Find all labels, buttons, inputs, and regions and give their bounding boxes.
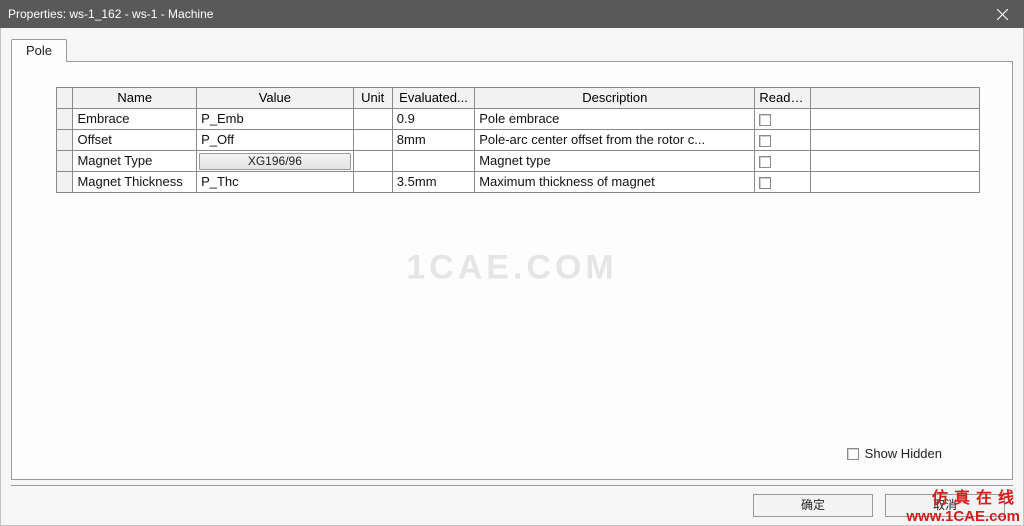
cell-unit[interactable] (353, 130, 392, 151)
col-unit[interactable]: Unit (353, 88, 392, 109)
cell-evaluated[interactable]: 0.9 (392, 109, 474, 130)
cell-evaluated[interactable]: 3.5mm (392, 172, 474, 193)
cell-value[interactable]: P_Emb (197, 109, 354, 130)
checkbox-icon (847, 448, 859, 460)
properties-grid: Name Value Unit Evaluated... Description… (56, 87, 980, 193)
tab-pole[interactable]: Pole (11, 39, 67, 62)
checkbox-icon (759, 114, 771, 126)
table-row: Magnet ThicknessP_Thc 3.5mmMaximum thickn… (57, 172, 980, 193)
checkbox-icon (759, 135, 771, 147)
ok-button[interactable]: 确定 (753, 494, 873, 517)
cell-description[interactable]: Pole-arc center offset from the rotor c.… (475, 130, 755, 151)
cell-unit[interactable] (353, 172, 392, 193)
cell-readonly[interactable] (755, 172, 811, 193)
cell-extra (811, 109, 980, 130)
cell-unit[interactable] (353, 109, 392, 130)
tab-divider (11, 61, 1013, 62)
row-handle[interactable] (57, 172, 73, 193)
show-hidden-label: Show Hidden (865, 446, 942, 461)
cell-name[interactable]: Magnet Type (73, 151, 197, 172)
show-hidden-checkbox[interactable]: Show Hidden (847, 446, 942, 461)
cell-extra (811, 172, 980, 193)
cell-value[interactable]: XG196/96 (197, 151, 354, 172)
cell-value[interactable]: P_Off (197, 130, 354, 151)
cell-readonly[interactable] (755, 130, 811, 151)
col-evaluated[interactable]: Evaluated... (392, 88, 474, 109)
row-handle[interactable] (57, 130, 73, 151)
col-extra[interactable] (811, 88, 980, 109)
col-rowhandle[interactable] (57, 88, 73, 109)
cell-evaluated[interactable] (392, 151, 474, 172)
title-bar: Properties: ws-1_162 - ws-1 - Machine (0, 0, 1024, 28)
cell-unit[interactable] (353, 151, 392, 172)
col-name[interactable]: Name (73, 88, 197, 109)
checkbox-icon (759, 156, 771, 168)
grid-header-row: Name Value Unit Evaluated... Description… (57, 88, 980, 109)
tab-strip: Pole (11, 38, 67, 61)
cell-description[interactable]: Magnet type (475, 151, 755, 172)
cell-extra (811, 130, 980, 151)
table-row: Magnet TypeXG196/96 Magnet type (57, 151, 980, 172)
col-value[interactable]: Value (197, 88, 354, 109)
cell-evaluated[interactable]: 8mm (392, 130, 474, 151)
cell-name[interactable]: Embrace (73, 109, 197, 130)
cell-value[interactable]: P_Thc (197, 172, 354, 193)
row-handle[interactable] (57, 109, 73, 130)
table-row: EmbraceP_Emb 0.9Pole embrace (57, 109, 980, 130)
cell-name[interactable]: Magnet Thickness (73, 172, 197, 193)
cell-readonly[interactable] (755, 109, 811, 130)
cancel-button[interactable]: 取消 (885, 494, 1005, 517)
col-readonly[interactable]: Read-o... (755, 88, 811, 109)
row-handle[interactable] (57, 151, 73, 172)
cell-description[interactable]: Pole embrace (475, 109, 755, 130)
table-row: OffsetP_Off 8mmPole-arc center offset fro… (57, 130, 980, 151)
window-title: Properties: ws-1_162 - ws-1 - Machine (8, 7, 980, 21)
col-description[interactable]: Description (475, 88, 755, 109)
checkbox-icon (759, 177, 771, 189)
cell-readonly[interactable] (755, 151, 811, 172)
dialog-body: Pole Name Value Unit Evaluated... Descri… (0, 28, 1024, 526)
cell-extra (811, 151, 980, 172)
value-picker-button[interactable]: XG196/96 (199, 153, 351, 170)
close-icon (997, 9, 1008, 20)
tab-page: Name Value Unit Evaluated... Description… (11, 61, 1013, 480)
cell-name[interactable]: Offset (73, 130, 197, 151)
cell-description[interactable]: Maximum thickness of magnet (475, 172, 755, 193)
dialog-footer: 确定 取消 (11, 485, 1013, 525)
close-button[interactable] (980, 0, 1024, 28)
